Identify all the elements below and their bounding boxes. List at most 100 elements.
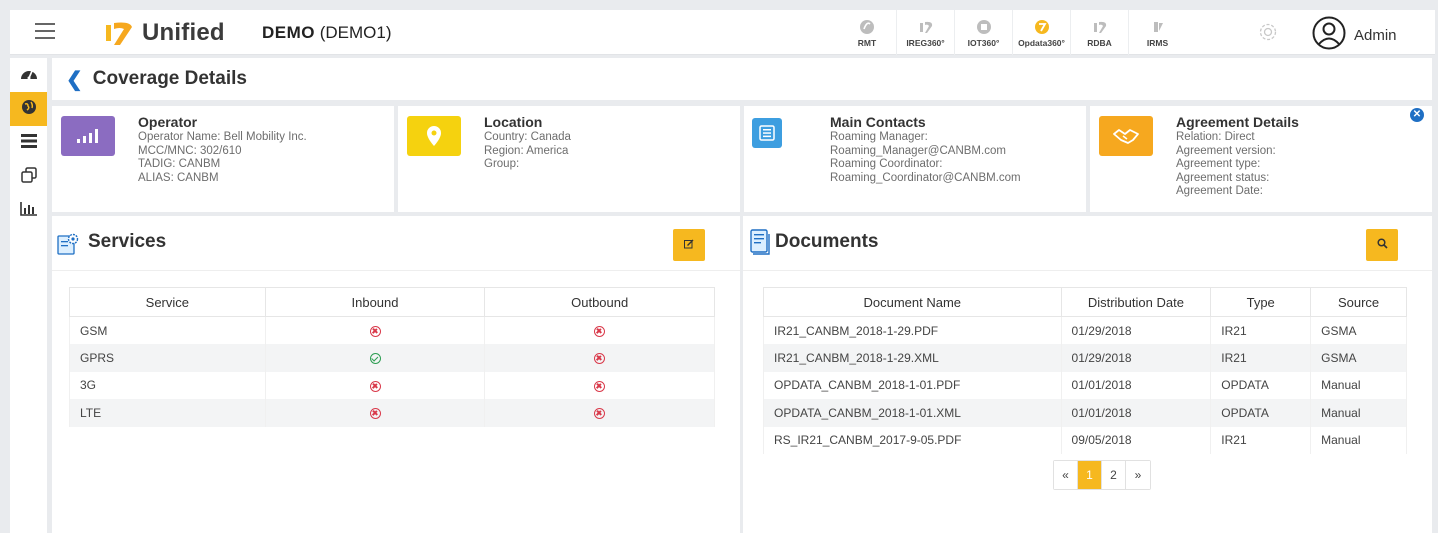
distribution-date: 09/05/2018 xyxy=(1060,426,1212,454)
agreement-card: Agreement Details Relation: Direct Agree… xyxy=(1090,106,1432,212)
menu-icon[interactable] xyxy=(35,23,55,39)
roaming-manager-email[interactable]: Roaming_Manager@CANBM.com xyxy=(830,145,1021,159)
col-type[interactable]: Type xyxy=(1210,287,1312,317)
inbound-status xyxy=(264,371,486,399)
pagination-next[interactable]: » xyxy=(1126,461,1150,489)
agreement-version: Agreement version: xyxy=(1176,144,1276,157)
pagination-page-1[interactable]: 1 xyxy=(1078,461,1102,489)
dashboard-icon xyxy=(20,65,38,86)
contacts-card-title: Main Contacts xyxy=(830,114,926,130)
table-row: 3G xyxy=(69,371,715,399)
sidebar-item-documents[interactable] xyxy=(10,160,47,194)
distribution-date: 01/01/2018 xyxy=(1060,371,1212,399)
distribution-date: 01/29/2018 xyxy=(1060,344,1212,372)
pagination-page-2[interactable]: 2 xyxy=(1102,461,1126,489)
workspace-code: DEMO xyxy=(262,23,315,42)
col-inbound[interactable]: Inbound xyxy=(264,287,486,317)
document-source: GSMA xyxy=(1310,344,1407,372)
documents-panel-header: Documents xyxy=(743,216,1432,271)
gear-icon[interactable] xyxy=(1258,22,1278,47)
table-row[interactable]: OPDATA_CANBM_2018-1-01.PDF 01/01/2018 OPDA… xyxy=(763,371,1407,399)
sidebar-item-list[interactable] xyxy=(10,126,47,160)
location-country: Country: Canada xyxy=(484,131,571,143)
avatar-icon xyxy=(1312,16,1346,55)
table-row[interactable]: IR21_CANBM_2018-1-29.XML 01/29/2018 IR21 GS… xyxy=(763,344,1407,372)
document-name[interactable]: IR21_CANBM_2018-1-29.XML xyxy=(763,344,1062,372)
col-service[interactable]: Service xyxy=(69,287,266,317)
rdba-icon xyxy=(1091,18,1109,36)
check-circle-icon xyxy=(369,353,381,365)
edit-services-button[interactable] xyxy=(673,229,705,261)
app-rmt[interactable]: RMT xyxy=(838,10,896,55)
sidebar-item-reports[interactable] xyxy=(10,194,47,228)
sidebar-item-dashboard[interactable] xyxy=(10,58,47,92)
operator-card: Operator Operator Name: Bell Mobility In… xyxy=(52,106,394,212)
top-bar: Unified DEMO (DEMO1) RMT IREG360° IOT360… xyxy=(10,10,1435,55)
document-name[interactable]: OPDATA_CANBM_2018-1-01.XML xyxy=(763,399,1062,427)
app-ireg360[interactable]: IREG360° xyxy=(896,10,954,55)
user-menu[interactable]: Admin xyxy=(1312,16,1397,55)
service-name: GPRS xyxy=(69,344,266,372)
sidebar-item-coverage[interactable] xyxy=(10,92,47,126)
document-source: Manual xyxy=(1310,371,1407,399)
location-group: Group: xyxy=(484,158,520,170)
x-circle-icon xyxy=(594,353,606,365)
services-gear-icon xyxy=(56,232,80,261)
inbound-status xyxy=(264,344,486,372)
pagination: « 1 2 » xyxy=(1053,460,1151,490)
document-name[interactable]: RS_IR21_CANBM_2017-9-05.PDF xyxy=(763,426,1062,454)
agreement-status: Agreement status: xyxy=(1176,171,1270,184)
roaming-manager-label: Roaming Manager: xyxy=(830,131,928,143)
services-panel-header: Services xyxy=(52,216,740,271)
bar-chart-icon xyxy=(19,201,38,221)
pagination-prev[interactable]: « xyxy=(1054,461,1078,489)
col-source[interactable]: Source xyxy=(1310,287,1407,317)
col-outbound[interactable]: Outbound xyxy=(484,287,715,317)
roaming-coordinator-email[interactable]: Roaming_Coordinator@CANBM.com xyxy=(830,172,1021,186)
document-name[interactable]: IR21_CANBM_2018-1-29.PDF xyxy=(763,316,1062,344)
app-iot360[interactable]: IOT360° xyxy=(954,10,1012,55)
location-card: Location Country: Canada Region: America… xyxy=(398,106,740,212)
agreement-card-title: Agreement Details xyxy=(1176,114,1299,130)
document-type: IR21 xyxy=(1210,344,1312,372)
table-row[interactable]: IR21_CANBM_2018-1-29.PDF 01/29/2018 IR21 GS… xyxy=(763,316,1407,344)
agreement-date: Agreement Date: xyxy=(1176,185,1263,197)
x-circle-icon xyxy=(369,380,381,392)
contact-book-icon xyxy=(752,118,782,148)
documents-table: Document Name Distribution Date Type Sou… xyxy=(763,287,1407,454)
list-icon xyxy=(20,133,37,153)
irms-icon xyxy=(1149,18,1167,36)
agreement-type: Agreement type: xyxy=(1176,158,1261,170)
unified-logo-icon xyxy=(102,19,136,47)
contacts-card: Main Contacts Roaming Manager: Roaming_M… xyxy=(744,106,1086,212)
col-distribution-date[interactable]: Distribution Date xyxy=(1060,287,1212,317)
search-documents-button[interactable] xyxy=(1366,229,1398,261)
back-chevron-icon[interactable]: ❮ xyxy=(66,67,83,92)
search-icon xyxy=(1376,236,1388,254)
services-table: Service Inbound Outbound GSM GPRS 3G LTE xyxy=(69,287,715,427)
logo[interactable]: Unified xyxy=(102,18,225,48)
document-type: OPDATA xyxy=(1210,399,1312,427)
page-title: Coverage Details xyxy=(92,68,247,89)
outbound-status xyxy=(484,371,715,399)
x-circle-icon xyxy=(594,380,606,392)
operator-alias: ALIAS: CANBM xyxy=(138,171,219,184)
handshake-icon xyxy=(1099,116,1153,156)
app-opdata360[interactable]: Opdata360° xyxy=(1012,10,1070,55)
workspace-id: (DEMO1) xyxy=(319,23,392,42)
close-icon[interactable]: ✕ xyxy=(1410,108,1424,122)
col-document-name[interactable]: Document Name xyxy=(763,287,1062,317)
services-title: Services xyxy=(88,231,167,252)
operator-mcc-mnc: MCC/MNC: 302/610 xyxy=(138,144,242,157)
app-rdba[interactable]: RDBA xyxy=(1070,10,1128,55)
document-type: OPDATA xyxy=(1210,371,1312,399)
table-row[interactable]: OPDATA_CANBM_2018-1-01.XML 01/01/2018 OPDA… xyxy=(763,399,1407,427)
document-name[interactable]: OPDATA_CANBM_2018-1-01.PDF xyxy=(763,371,1062,399)
iot360-icon xyxy=(975,18,993,36)
ireg360-icon xyxy=(917,18,935,36)
location-region: Region: America xyxy=(484,144,569,157)
service-name: 3G xyxy=(69,371,266,399)
app-irms[interactable]: IRMS xyxy=(1128,10,1186,55)
outbound-status xyxy=(484,316,715,344)
table-row[interactable]: RS_IR21_CANBM_2017-9-05.PDF 09/05/2018 IR2… xyxy=(763,426,1407,454)
